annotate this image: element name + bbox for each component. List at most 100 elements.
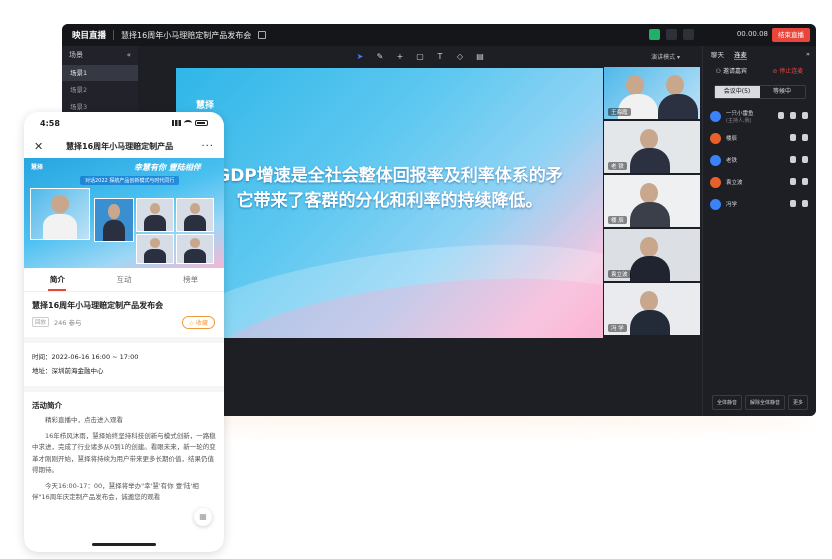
mode-label: 演讲模式 (651, 54, 676, 61)
favorite-label: 收藏 (195, 320, 208, 327)
microphone-icon[interactable] (790, 112, 796, 119)
avatar (710, 132, 721, 144)
participant-controls (790, 156, 808, 163)
segment-waiting[interactable]: 等候中 (760, 86, 805, 98)
slide-logo: 慧择 (196, 101, 215, 111)
device-controls (649, 29, 694, 40)
live-video[interactable]: 慧择 幸慧有你 壹陆相伴 对话2022 探航产品创新模式与时代同行 (24, 158, 224, 268)
more-icon[interactable]: ··· (201, 141, 214, 152)
scene-item-1[interactable]: 场景1 (62, 65, 138, 81)
tile-name: 袁立波 (608, 270, 631, 278)
stop-link-button[interactable]: ⊘ 停止连麦 (772, 66, 803, 75)
participant-role: (主持人,我) (726, 117, 752, 124)
scene-sidebar-header: 场景 « (62, 46, 138, 64)
scene-item-2[interactable]: 场景2 (62, 82, 138, 98)
tile-name: 老 铁 (608, 162, 627, 170)
tile-name: 楼 辰 (608, 216, 627, 224)
unmute-all-button[interactable]: 解除全体静音 (744, 395, 785, 410)
rectangle-icon[interactable]: ▢ (416, 52, 425, 61)
participant-controls (790, 178, 808, 185)
status-time: 4:58 (40, 118, 60, 128)
grid-menu-icon[interactable]: ▦ (194, 508, 212, 526)
slide-canvas: 慧择 GDP增速是全社会整体回报率及利率体系的矛 它带来了客群的分化和利率的持续… (176, 68, 603, 338)
participant-row[interactable]: 一只小雷鱼 (主持人,我) (703, 105, 816, 127)
video-tiles: 王海霞 老 铁 楼 辰 袁立波 冯 学 (604, 67, 700, 337)
right-panel-tabs: 聊天 连麦 » (703, 46, 816, 62)
tab-ranking[interactable]: 榜单 (157, 268, 224, 292)
participant-row[interactable]: 楼辰 (703, 127, 816, 149)
event-address: 地址：深圳前海金融中心 (32, 367, 104, 375)
external-link-icon[interactable] (258, 31, 267, 39)
event-time: 时间：2022-06-16 16:00 ~ 17:00 (32, 353, 139, 361)
participant-list: 一只小雷鱼 (主持人,我) 楼辰 老铁 袁立波 冯学 (703, 105, 816, 215)
scene-heading: 场景 (69, 51, 83, 59)
status-bar: 4:58 (24, 112, 224, 134)
expand-icon[interactable]: » (806, 50, 810, 58)
mic-link-actions: ⚇ 邀请嘉宾 ⊘ 停止连麦 (703, 66, 816, 75)
intro-section-title: 活动简介 (32, 401, 62, 410)
settings-icon[interactable] (683, 29, 694, 40)
microphone-icon[interactable] (790, 178, 796, 185)
microphone-icon[interactable] (790, 200, 796, 207)
microphone-icon[interactable] (790, 156, 796, 163)
signal-icon (172, 120, 181, 126)
mute-all-button[interactable]: 全体静音 (711, 395, 742, 410)
phone-page-title: 慧择16周年小马理赔定制产品 (66, 141, 174, 151)
tab-intro[interactable]: 简介 (24, 268, 91, 292)
avatar (710, 110, 721, 122)
participant-row[interactable]: 冯学 (703, 193, 816, 215)
status-badge: 回放 (32, 317, 50, 327)
presentation-mode-select[interactable]: 演讲模式 ▾ (651, 52, 680, 61)
video-tile[interactable]: 袁立波 (604, 229, 700, 281)
favorite-button[interactable]: ☆ 收藏 (181, 316, 215, 329)
video-tile[interactable]: 王海霞 (604, 67, 700, 119)
video-participant (176, 198, 214, 232)
intro-paragraph: 今天16:00-17：00，慧择将举办"幸'慧'有你 壹'陆'相伴"16周年庆定… (32, 481, 199, 502)
screenshot-stage: 映目直播 慧择16周年小马理赔定制产品发布会 00.00.08 结束直播 场景 … (0, 0, 832, 559)
invite-guest-button[interactable]: ⚇ 邀请嘉宾 (716, 66, 747, 75)
camera-icon[interactable] (802, 156, 808, 163)
camera-icon[interactable] (802, 134, 808, 141)
participant-controls (790, 134, 808, 141)
microphone-icon[interactable] (790, 134, 796, 141)
participant-row[interactable]: 老铁 (703, 149, 816, 171)
invite-label: 邀请嘉宾 (722, 68, 747, 75)
participant-count: 246 参与 (54, 319, 82, 327)
slide-text: GDP增速是全社会整体回报率及利率体系的矛 它带来了客群的分化和利率的持续降低。 (176, 164, 603, 214)
pen-icon[interactable]: ✎ (376, 52, 385, 61)
video-participant (136, 198, 174, 232)
participant-row[interactable]: 袁立波 (703, 171, 816, 193)
live-timer: 00.00.08 (736, 30, 768, 38)
participant-name-block: 一只小雷鱼 (主持人,我) (726, 109, 754, 124)
segment-in-meeting[interactable]: 会议中(5) (714, 86, 760, 98)
camera-icon[interactable] (802, 112, 808, 119)
collapse-icon[interactable]: « (127, 51, 131, 59)
end-live-button[interactable]: 结束直播 (772, 28, 810, 42)
camera-icon[interactable] (802, 178, 808, 185)
tab-interaction[interactable]: 互动 (91, 268, 158, 292)
video-subline: 对话2022 探航产品创新模式与时代同行 (80, 176, 180, 185)
eraser-icon[interactable]: ◇ (456, 52, 465, 61)
top-bar: 映目直播 慧择16周年小马理赔定制产品发布会 00.00.08 结束直播 (62, 24, 816, 46)
pointer-icon[interactable]: ➤ (356, 52, 365, 61)
right-panel-footer: 全体静音 解除全体静音 更多 (703, 395, 816, 410)
video-tile[interactable]: 楼 辰 (604, 175, 700, 227)
camera-icon[interactable] (778, 112, 784, 119)
tab-mic-link[interactable]: 连麦 (734, 49, 747, 60)
participant-name: 袁立波 (726, 180, 743, 186)
microphone-icon[interactable] (649, 29, 660, 40)
participant-name: 楼辰 (726, 136, 738, 142)
video-tile[interactable]: 老 铁 (604, 121, 700, 173)
close-icon[interactable]: ✕ (34, 140, 43, 153)
trash-icon[interactable]: ▤ (476, 52, 485, 61)
text-icon[interactable]: T (436, 52, 445, 61)
more-button[interactable]: 更多 (788, 395, 809, 410)
video-tile[interactable]: 冯 学 (604, 283, 700, 335)
tab-chat[interactable]: 聊天 (711, 49, 724, 59)
video-participant (94, 198, 134, 242)
right-panel: 聊天 连麦 » ⚇ 邀请嘉宾 ⊘ 停止连麦 会议中(5) 等候中 一只小雷鱼 (… (702, 46, 816, 416)
camera-icon[interactable] (802, 200, 808, 207)
camera-icon[interactable] (666, 29, 677, 40)
crosshair-icon[interactable]: + (396, 52, 405, 61)
battery-icon (195, 120, 208, 126)
